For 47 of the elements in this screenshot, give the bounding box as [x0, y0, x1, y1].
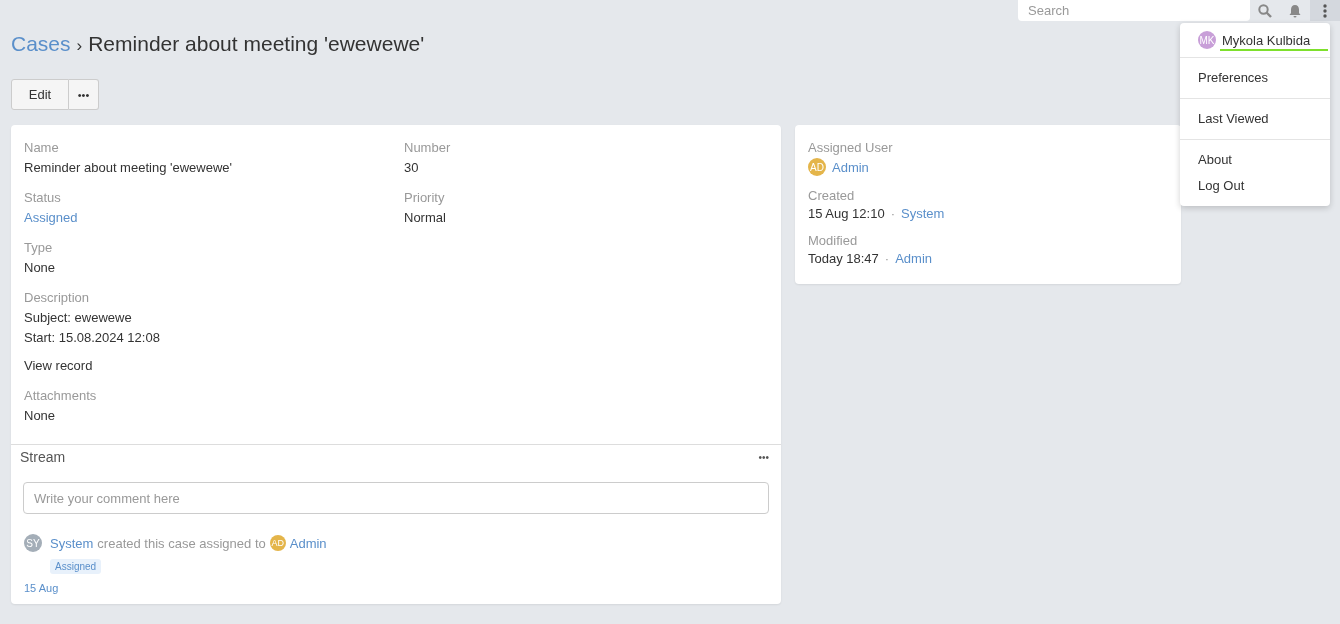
user-link[interactable]: System — [901, 206, 945, 221]
user-link[interactable]: System — [50, 535, 94, 551]
description-line: Subject: ewewewe — [24, 309, 133, 327]
avatar-icon: MK — [1198, 31, 1216, 49]
user-link[interactable]: Admin — [289, 535, 327, 551]
edit-button[interactable]: Edit — [11, 79, 69, 110]
field-label: Number — [404, 139, 452, 157]
field-value: Normal — [404, 209, 447, 227]
status-link[interactable]: Assigned — [24, 208, 404, 228]
avatar-icon: AD — [808, 158, 826, 176]
breadcrumb-separator: › — [76, 36, 83, 56]
field-label: Description — [24, 289, 91, 307]
comment-field[interactable]: Write your comment here — [23, 482, 769, 514]
activity-date: 15 Aug — [24, 582, 60, 594]
field-label: Priority — [404, 189, 446, 207]
field-label: Attachments — [24, 387, 98, 405]
field-label: Name — [24, 139, 60, 157]
separator-dot: · — [884, 251, 890, 266]
menu-item[interactable]: Log Out — [1180, 173, 1330, 199]
status-tag: Assigned — [50, 559, 102, 574]
more-button[interactable]: ••• — [69, 79, 99, 110]
field-label: Assigned User — [808, 139, 894, 157]
field-label: Created — [808, 187, 856, 205]
search-field[interactable]: Search — [1018, 0, 1250, 21]
menu-item[interactable]: About — [1180, 147, 1330, 173]
field-label: Modified — [808, 232, 859, 250]
stream-menu-button[interactable]: ••• — [758, 451, 769, 463]
field-value: None — [24, 259, 57, 277]
field-label: Type — [24, 239, 54, 257]
avatar-icon: AD — [269, 535, 286, 551]
field-label: Status — [24, 189, 62, 207]
field-value: Reminder about meeting 'ewewewe' — [24, 159, 234, 177]
menu-item[interactable]: Preferences — [1180, 65, 1330, 91]
separator-dot: · — [890, 206, 895, 221]
page-title: Reminder about meeting 'ewewewe' — [88, 32, 425, 56]
field-value: 15 Aug 12:10 — [808, 206, 885, 221]
activity-text: System created this case assigned to AD Admin — [50, 535, 327, 551]
stream-title: Stream — [20, 449, 66, 465]
menu-icon[interactable] — [1310, 0, 1340, 21]
user-name[interactable]: Mykola Kulbida — [1222, 32, 1311, 48]
avatar-icon: SY — [24, 534, 42, 552]
menu-item[interactable]: Last Viewed — [1180, 106, 1330, 132]
field-value: Today 18:47 — [808, 251, 879, 266]
view-record-link[interactable]: View record — [24, 356, 404, 376]
field-value: 30 — [404, 159, 420, 177]
field-value: None — [24, 407, 57, 425]
description-line: Start: 15.08.2024 12:08 — [24, 329, 161, 347]
